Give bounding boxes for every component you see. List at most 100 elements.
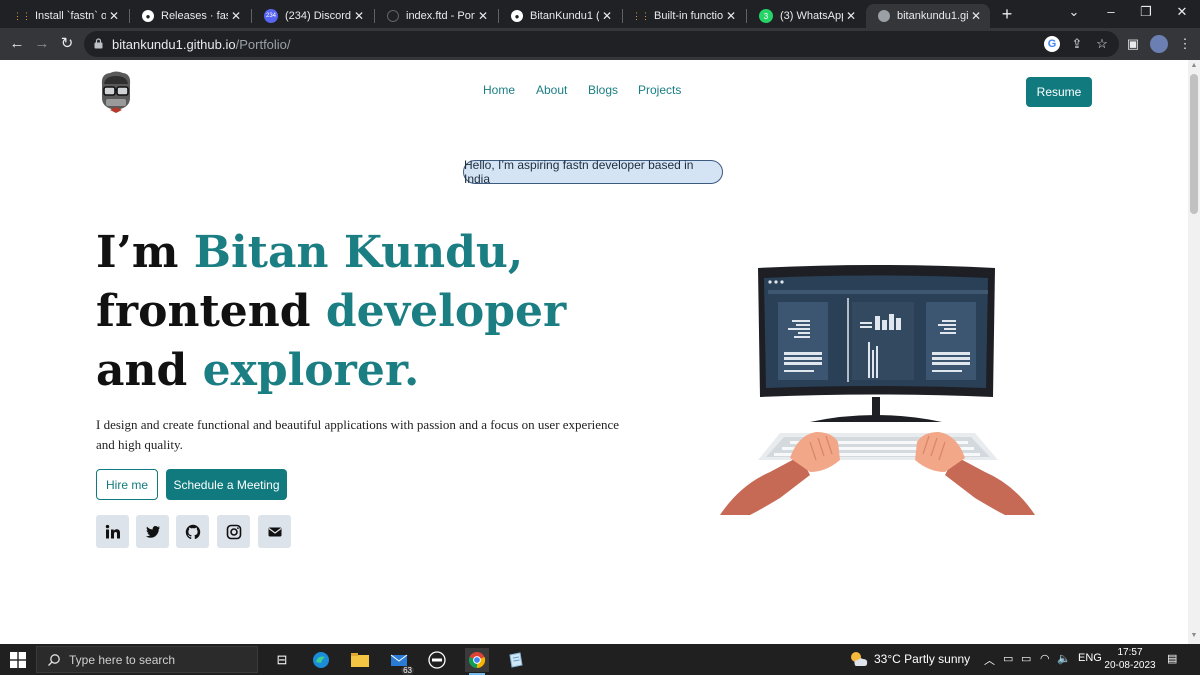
browser-tab[interactable]: ⋮⋮ Install `fastn` on W ✕ [4, 4, 128, 28]
fastn-icon: ⋮⋮ [632, 10, 650, 21]
meet-now-icon[interactable]: ▭ [1003, 652, 1013, 665]
url-text: bitankundu1.github.io/Portfolio/ [112, 37, 291, 52]
edge-browser-icon[interactable] [309, 648, 333, 672]
close-tab-icon[interactable]: ✕ [723, 9, 739, 23]
mail-app-icon[interactable]: 63 [388, 648, 414, 675]
browser-tab[interactable]: ● Releases · fastn-st ✕ [130, 4, 250, 28]
windows-start-icon[interactable] [10, 652, 26, 668]
browser-tab[interactable]: 234 (234) Discord | # ✕ [252, 4, 373, 28]
tab-title: (3) WhatsApp [780, 10, 843, 22]
close-tab-icon[interactable]: ✕ [106, 9, 122, 23]
restore-button[interactable]: ❐ [1138, 4, 1154, 20]
headline-text: and [96, 345, 203, 396]
nav-home[interactable]: Home [483, 83, 515, 97]
windows-taskbar: Type here to search ⊟ 63 33°C Partly sun… [0, 644, 1200, 675]
edge-icon [313, 652, 329, 668]
browser-tab[interactable]: index.ftd - Portfol ✕ [375, 4, 497, 28]
close-tab-icon[interactable]: ✕ [351, 9, 367, 23]
discord-icon: 234 [264, 9, 278, 23]
browser-tab[interactable]: 3 (3) WhatsApp ✕ [747, 4, 865, 28]
address-bar[interactable]: bitankundu1.github.io/Portfolio/ G ⇪ ☆ [84, 31, 1119, 57]
email-link[interactable] [258, 515, 291, 548]
headline-accent: Bitan Kundu, [193, 227, 524, 278]
file-explorer-icon[interactable] [348, 648, 372, 672]
github-icon: ● [511, 10, 523, 22]
hire-me-button[interactable]: Hire me [96, 469, 158, 500]
partly-sunny-icon [851, 652, 868, 666]
mail-badge: 63 [401, 666, 414, 675]
nav-blogs[interactable]: Blogs [588, 83, 618, 97]
github-link[interactable] [176, 515, 209, 548]
close-tab-icon[interactable]: ✕ [228, 9, 244, 23]
dell-icon [428, 651, 446, 669]
browser-tab[interactable]: ⋮⋮ Built-in functions ✕ [623, 4, 745, 28]
chrome-icon [468, 652, 486, 669]
close-tab-icon[interactable]: ✕ [843, 9, 859, 23]
battery-icon[interactable]: ▭ [1021, 652, 1031, 665]
search-placeholder: Type here to search [69, 652, 176, 667]
minimize-button[interactable]: – [1103, 4, 1119, 19]
nav-about[interactable]: About [536, 83, 567, 97]
new-tab-button[interactable]: + [998, 4, 1016, 24]
wifi-icon[interactable]: ◠ [1040, 652, 1050, 665]
browser-toolbar: ← → ↻ bitankundu1.github.io/Portfolio/ G… [0, 28, 1200, 60]
volume-icon[interactable]: 🔈 [1057, 652, 1071, 665]
tab-title: Releases · fastn-st [161, 10, 228, 22]
site-logo[interactable] [96, 70, 136, 114]
show-hidden-icons-chevron-icon[interactable]: ︿ [984, 652, 995, 668]
tab-title: Install `fastn` on W [35, 10, 106, 22]
github-icon: ● [142, 10, 154, 22]
forward-button[interactable]: → [33, 34, 51, 54]
side-panel-icon[interactable]: ▣ [1124, 35, 1142, 53]
nav-projects[interactable]: Projects [638, 83, 681, 97]
tab-title: Built-in functions [654, 10, 723, 22]
folder-icon [351, 653, 369, 667]
tab-title: index.ftd - Portfol [406, 10, 475, 22]
headline-text: frontend [96, 286, 326, 337]
browser-tab[interactable]: ● BitanKundu1 (Bita ✕ [499, 4, 621, 28]
task-view-icon[interactable]: ⊟ [270, 648, 294, 672]
back-button[interactable]: ← [8, 34, 26, 54]
linkedin-link[interactable] [96, 515, 129, 548]
instagram-link[interactable] [217, 515, 250, 548]
menu-kebab-icon[interactable]: ⋮ [1176, 35, 1194, 53]
resume-button[interactable]: Resume [1026, 77, 1092, 107]
tab-search-icon[interactable]: ⌄ [1066, 4, 1082, 20]
close-tab-icon[interactable]: ✕ [599, 9, 615, 23]
google-lens-icon[interactable]: G [1044, 36, 1060, 52]
twitter-link[interactable] [136, 515, 169, 548]
hero-description: I design and create functional and beaut… [96, 417, 620, 452]
weather-widget[interactable]: 33°C Partly sunny [849, 650, 970, 668]
system-clock[interactable]: 17:57 20-08-2023 [1102, 646, 1158, 672]
close-tab-icon[interactable]: ✕ [475, 9, 491, 23]
page-scrollbar[interactable]: ▲ ▼ [1188, 60, 1200, 644]
scroll-up-arrow[interactable]: ▲ [1190, 62, 1198, 70]
language-indicator[interactable]: ENG [1078, 652, 1102, 664]
github-icon [387, 10, 399, 22]
schedule-meeting-button[interactable]: Schedule a Meeting [166, 469, 287, 500]
scrollbar-thumb[interactable] [1190, 74, 1198, 214]
whatsapp-icon: 3 [759, 9, 773, 23]
bookmark-star-icon[interactable]: ☆ [1094, 36, 1110, 52]
intro-badge: Hello, I’m aspiring fastn developer base… [463, 158, 723, 186]
close-window-button[interactable]: ✕ [1174, 4, 1190, 20]
notes-app-icon[interactable] [504, 648, 528, 672]
scroll-down-arrow[interactable]: ▼ [1190, 632, 1198, 640]
notifications-icon[interactable]: ▤ [1167, 652, 1177, 665]
mail-icon [268, 527, 281, 536]
clock-time: 17:57 [1117, 647, 1143, 658]
tab-title: (234) Discord | # [285, 10, 351, 22]
profile-avatar[interactable] [1150, 35, 1168, 53]
browser-tab-active[interactable]: bitankundu1.githu ✕ [866, 4, 990, 28]
globe-icon [878, 10, 890, 22]
browser-tab-strip: ⋮⋮ Install `fastn` on W ✕ ● Releases · f… [0, 0, 1200, 28]
reload-button[interactable]: ↻ [58, 34, 76, 54]
close-tab-icon[interactable]: ✕ [968, 9, 984, 23]
linkedin-icon [105, 524, 120, 538]
share-icon[interactable]: ⇪ [1069, 36, 1085, 52]
hero-headline: I’m Bitan Kundu, frontend developer and … [96, 223, 566, 400]
chrome-taskbar-icon[interactable] [465, 648, 489, 675]
taskbar-search-box[interactable]: Type here to search [36, 646, 258, 673]
tab-title: BitanKundu1 (Bita [530, 10, 599, 22]
dell-app-icon[interactable] [425, 648, 449, 672]
